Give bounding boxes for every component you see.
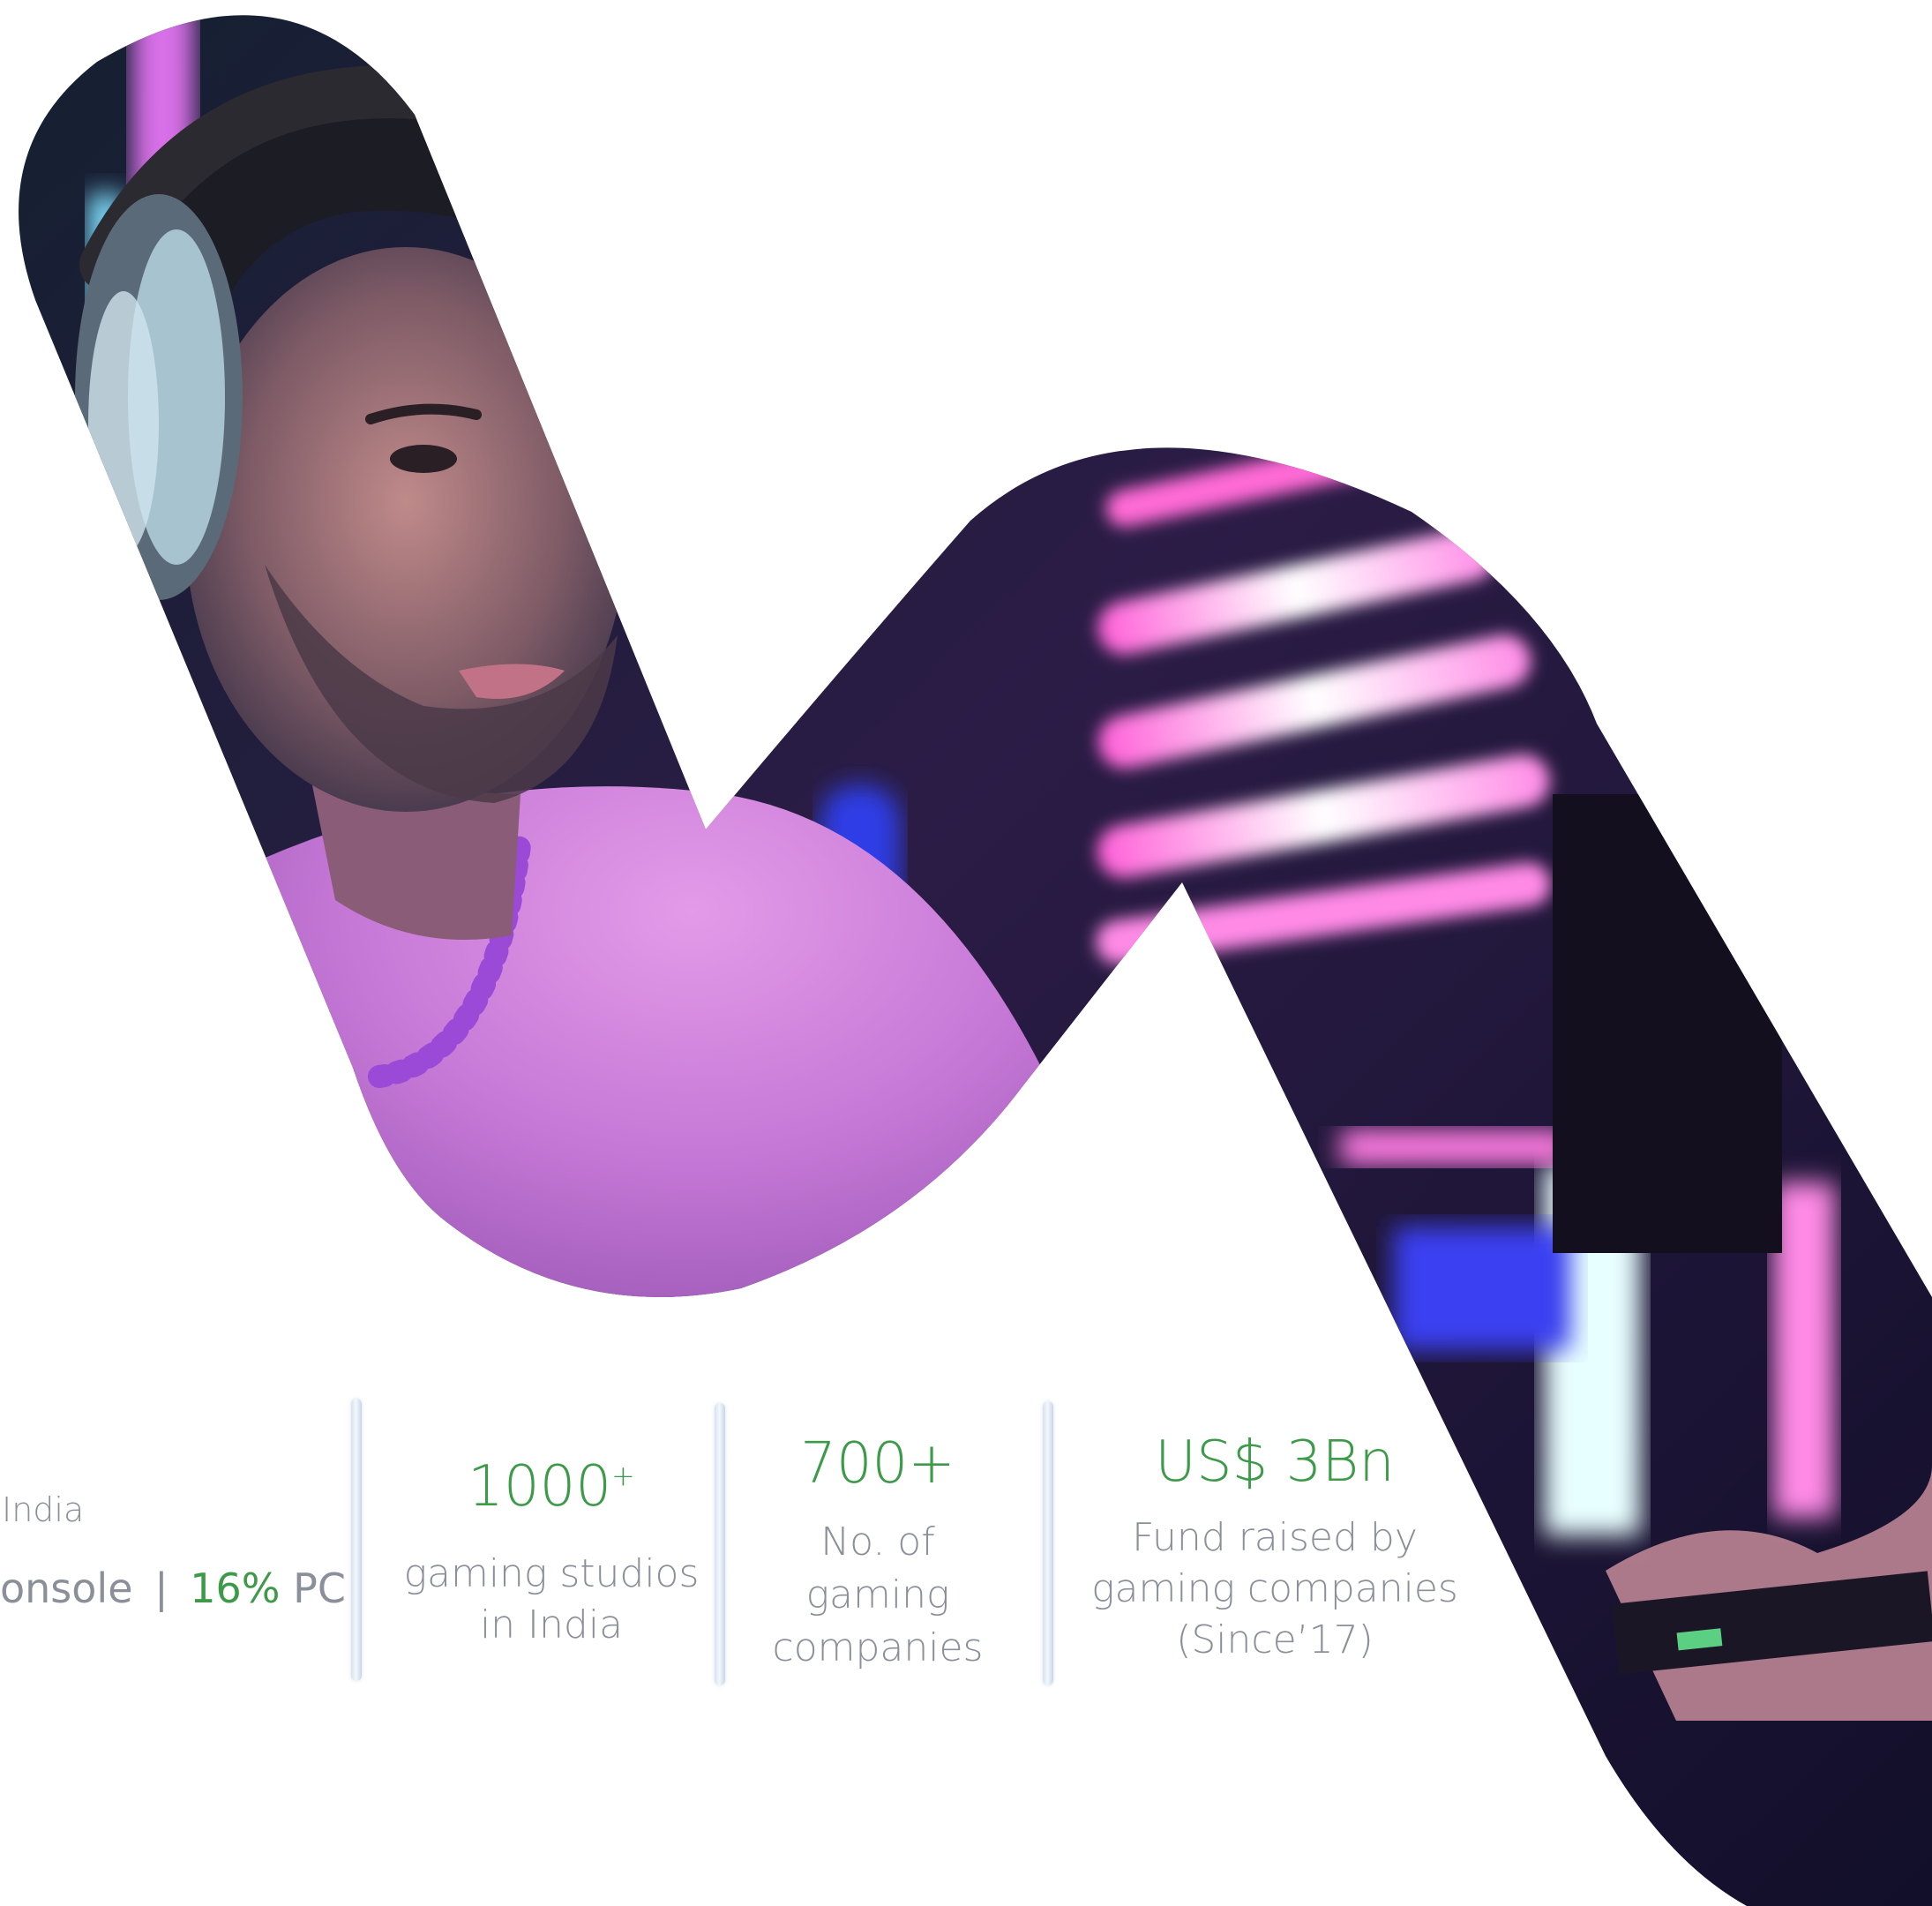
- stat-desc-studios: gaming studios in India: [397, 1549, 706, 1651]
- stat-value-number: 1000: [468, 1454, 612, 1520]
- pc-share-value: 16%: [190, 1565, 281, 1612]
- stat-desc-line: No. of: [820, 1520, 935, 1565]
- stat-desc-line: companies: [772, 1625, 984, 1670]
- stat-desc-line: gaming: [805, 1572, 950, 1617]
- stat-desc-line: in India: [479, 1602, 624, 1647]
- stat-desc-line: (Since’17): [1176, 1617, 1374, 1662]
- separator: |: [154, 1565, 168, 1612]
- partial-stat-breakdown: onsole | 16% PC: [0, 1562, 346, 1615]
- stat-value-companies: 700+: [800, 1431, 955, 1497]
- stat-divider: [351, 1399, 362, 1681]
- pc-label: PC: [293, 1565, 346, 1612]
- stat-value-funding: US$ 3Bn: [1155, 1430, 1395, 1495]
- stat-divider: [715, 1403, 725, 1685]
- stat-desc-companies: No. of gaming companies: [745, 1516, 1010, 1675]
- stat-desc-line: gaming companies: [1091, 1566, 1458, 1611]
- stat-value-studios: 1000+: [406, 1454, 697, 1520]
- console-label-fragment: onsole: [0, 1565, 133, 1612]
- stat-divider: [1043, 1401, 1053, 1685]
- stat-desc-line: Fund raised by: [1132, 1515, 1418, 1560]
- stat-desc-funding: Fund raised by gaming companies (Since’1…: [1076, 1512, 1473, 1666]
- stat-desc-line: gaming studios: [403, 1551, 700, 1596]
- partial-stat-caption: India: [2, 1490, 85, 1529]
- stat-value-plus: +: [611, 1459, 635, 1493]
